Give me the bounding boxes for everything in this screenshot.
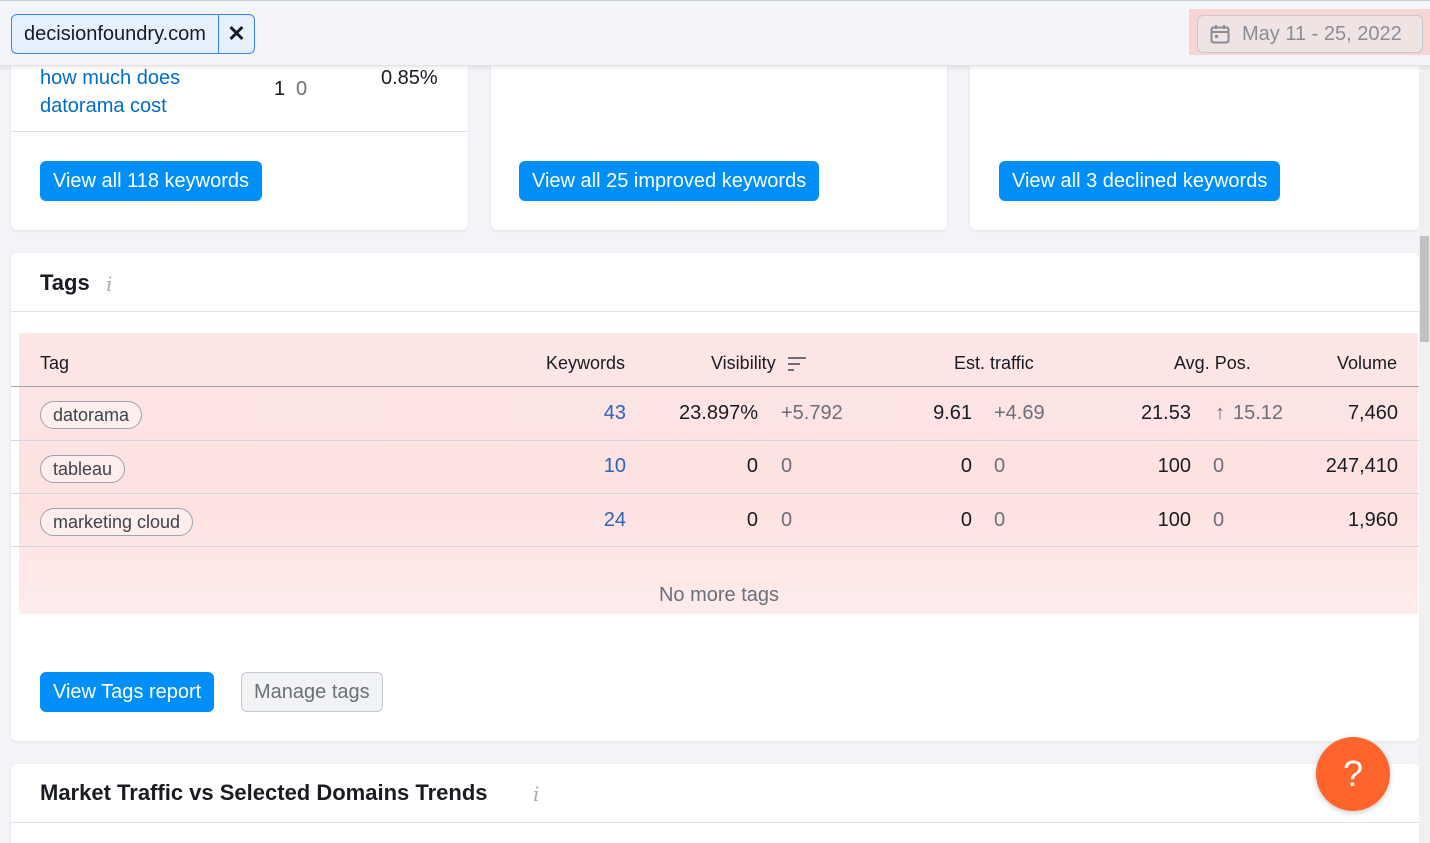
no-more-tags-message: No more tags xyxy=(658,584,780,606)
scrollbar-thumb[interactable] xyxy=(1420,236,1429,342)
manage-tags-button[interactable]: Manage tags xyxy=(241,672,383,712)
keyword-visibility: 0.85% xyxy=(381,67,438,89)
help-button[interactable]: ? xyxy=(1316,737,1390,811)
view-declined-keywords-button[interactable]: View all 3 declined keywords xyxy=(999,161,1281,201)
keywords-count-link[interactable]: 43 xyxy=(604,402,626,425)
column-header-tag: Tag xyxy=(40,353,70,373)
column-header-keywords[interactable]: Keywords xyxy=(546,353,625,374)
date-range-picker[interactable]: May 11 - 25, 2022 xyxy=(1197,15,1423,53)
keyword-position: 1 xyxy=(274,78,286,100)
view-tags-report-button[interactable]: View Tags report xyxy=(40,672,215,712)
traffic-value: 0 xyxy=(960,509,972,531)
volume-value: 7,460 xyxy=(1347,402,1398,424)
keywords-count-link[interactable]: 10 xyxy=(604,455,626,478)
column-header-volume[interactable]: Volume xyxy=(1337,353,1397,374)
market-traffic-title: Market Traffic vs Selected Domains Trend… xyxy=(40,780,488,805)
tags-title: Tags xyxy=(40,270,90,295)
visibility-value: 0 xyxy=(746,509,758,531)
close-icon[interactable]: ✕ xyxy=(217,15,254,53)
row-divider xyxy=(11,440,1419,441)
divider xyxy=(11,131,468,132)
header-divider xyxy=(11,386,1419,387)
tag-pill[interactable]: datorama xyxy=(40,401,143,429)
calendar-icon xyxy=(1210,25,1230,44)
view-improved-keywords-button[interactable]: View all 25 improved keywords xyxy=(519,161,820,201)
traffic-value: 0 xyxy=(960,455,972,477)
traffic-change: 0 xyxy=(994,509,1006,531)
sort-icon[interactable] xyxy=(788,357,806,371)
divider xyxy=(11,311,1419,312)
visibility-change: 0 xyxy=(781,455,793,477)
avg-pos-value: 21.53 xyxy=(1140,402,1191,424)
traffic-value: 9.61 xyxy=(933,402,972,424)
date-range-highlight: May 11 - 25, 2022 xyxy=(1189,9,1430,55)
tag-pill[interactable]: marketing cloud xyxy=(40,508,194,536)
column-header-est-traffic[interactable]: Est. traffic xyxy=(954,353,1034,374)
tags-table-highlight xyxy=(19,333,1418,614)
traffic-change: 0 xyxy=(994,455,1006,477)
keywords-count-link[interactable]: 24 xyxy=(604,509,626,532)
visibility-value: 0 xyxy=(746,455,758,477)
info-icon[interactable]: i xyxy=(106,272,112,296)
visibility-change: 0 xyxy=(781,509,793,531)
volume-value: 247,410 xyxy=(1325,455,1398,477)
visibility-value: 23.897% xyxy=(679,402,758,424)
avg-pos-change: 0 xyxy=(1213,455,1225,477)
volume-value: 1,960 xyxy=(1347,509,1398,531)
domain-chip[interactable]: decisionfoundry.com ✕ xyxy=(11,14,255,54)
avg-pos-change: 15.12 xyxy=(1233,402,1284,424)
scrollbar-track xyxy=(1419,66,1430,843)
divider xyxy=(11,822,1419,823)
arrow-up-icon: ↑ xyxy=(1215,402,1225,424)
column-header-visibility[interactable]: Visibility xyxy=(711,353,776,374)
view-all-keywords-button[interactable]: View all 118 keywords xyxy=(40,161,263,201)
row-divider xyxy=(11,546,1419,547)
info-icon[interactable]: i xyxy=(533,782,539,806)
row-divider xyxy=(11,493,1419,494)
date-range-label: May 11 - 25, 2022 xyxy=(1242,22,1402,45)
domain-chip-label: decisionfoundry.com xyxy=(24,23,206,45)
column-header-avg-pos[interactable]: Avg. Pos. xyxy=(1174,353,1251,374)
avg-pos-value: 100 xyxy=(1157,509,1191,531)
top-filter-bar: decisionfoundry.com ✕ May 11 - 25, 2022 xyxy=(0,0,1430,66)
visibility-change: +5.792 xyxy=(781,402,843,424)
tag-pill[interactable]: tableau xyxy=(40,455,126,483)
keyword-position-change: 0 xyxy=(296,78,308,100)
avg-pos-value: 100 xyxy=(1157,455,1191,477)
traffic-change: +4.69 xyxy=(994,402,1045,424)
keyword-link[interactable]: how much does datorama cost xyxy=(40,64,240,120)
avg-pos-change: 0 xyxy=(1213,509,1225,531)
